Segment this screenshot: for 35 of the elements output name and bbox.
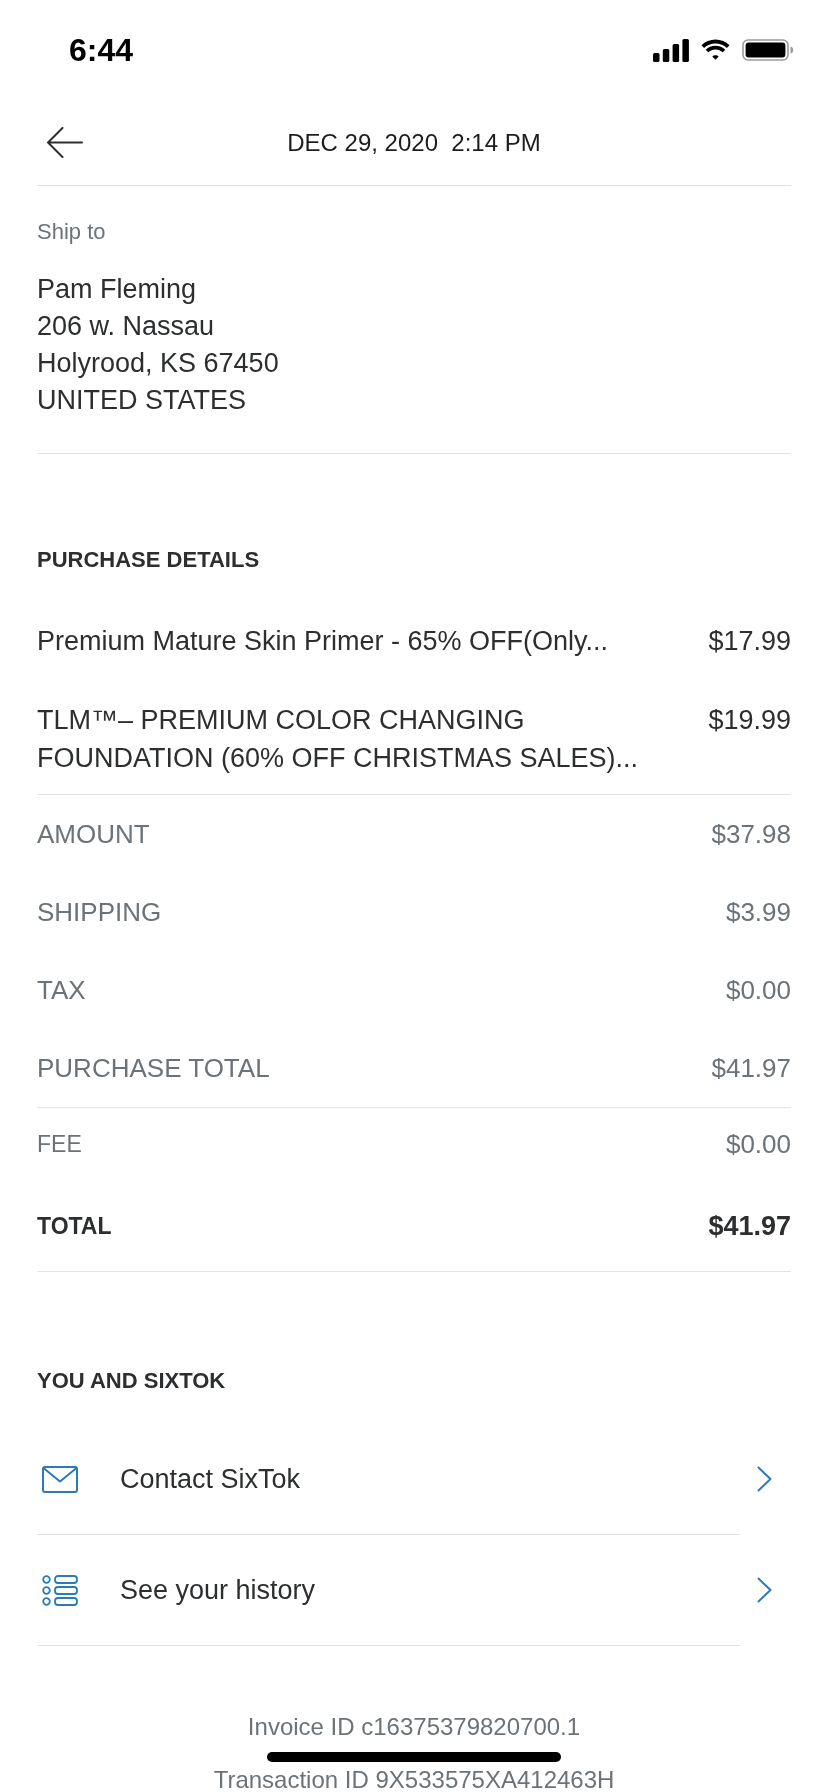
- item-name: TLM™– PREMIUM COLOR CHANGING FOUNDATION (60% OFF CHRISTMAS SALES)...: [37, 704, 640, 775]
- chevron-right-icon: [757, 1466, 772, 1492]
- battery-icon: [742, 39, 794, 61]
- menu-item[interactable]: See your history: [37, 1535, 791, 1645]
- shipping-address: Pam Fleming 206 w. Nassau Holyrood, KS 67450 UNITED STATES: [37, 273, 280, 417]
- summary-label: FEE: [37, 1130, 82, 1160]
- summary-label: SHIPPING: [37, 895, 162, 929]
- status-time: 6:44: [69, 34, 134, 66]
- back-button[interactable]: [46, 127, 83, 158]
- summary-value: $0.00: [725, 1128, 791, 1161]
- item-price: $19.99: [708, 704, 791, 737]
- section-heading: YOU AND SIXTOK: [37, 1367, 227, 1395]
- wifi-icon: [700, 39, 731, 61]
- item-price: $17.99: [708, 625, 791, 658]
- ship-to-label: Ship to: [37, 218, 107, 246]
- summary-label: PURCHASE TOTAL: [37, 1051, 270, 1085]
- summary-value: $41.97: [711, 1051, 791, 1085]
- item-name: Premium Mature Skin Primer - 65% OFF(Only...: [37, 625, 610, 658]
- summary-value: $37.98: [711, 817, 791, 851]
- chevron-right-icon: [757, 1577, 772, 1603]
- summary-value: $3.99: [725, 895, 791, 929]
- menu-item[interactable]: Contact SixTok: [37, 1424, 791, 1534]
- summary-label: AMOUNT: [37, 817, 150, 851]
- signal-icon: [653, 38, 689, 62]
- summary-label: TAX: [37, 973, 86, 1007]
- envelope-icon: [42, 1465, 78, 1493]
- list-icon: [42, 1574, 78, 1606]
- page-title: DEC 29, 2020 2:14 PM: [287, 127, 541, 158]
- section-heading: PURCHASE DETAILS: [37, 546, 261, 574]
- invoice-id: Invoice ID c16375379820700.1: [247, 1712, 581, 1742]
- summary-value: $41.97: [708, 1209, 791, 1243]
- summary-label: TOTAL: [37, 1211, 112, 1241]
- summary-value: $0.00: [725, 973, 791, 1007]
- transaction-id: Transaction ID 9X533575XA412463H: [213, 1769, 615, 1791]
- back-arrow-icon: [46, 127, 83, 158]
